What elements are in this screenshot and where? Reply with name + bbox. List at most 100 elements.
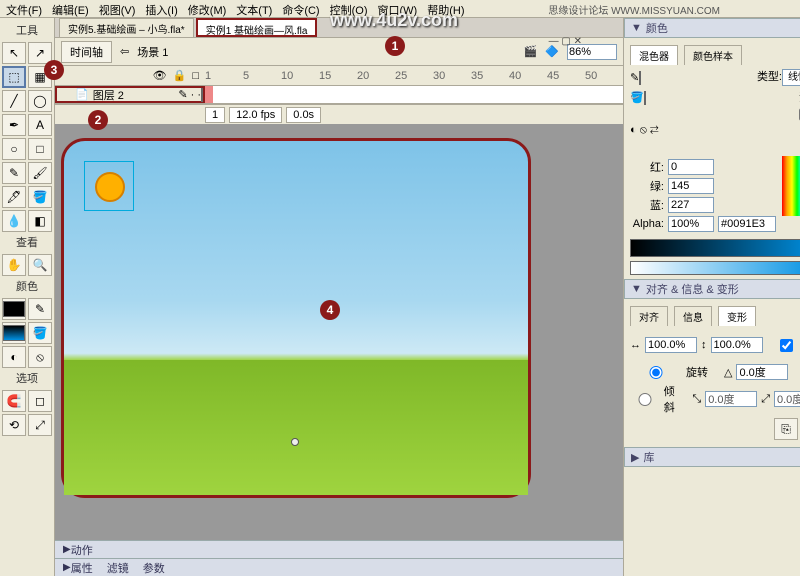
menu-view[interactable]: 视图(V) (99, 2, 136, 15)
constrain-check[interactable] (767, 339, 800, 352)
align-panel-header[interactable]: ▼对齐 & 信息 & 变形 (624, 279, 800, 299)
color-panel-header[interactable]: ▼颜色 (624, 18, 800, 38)
edit-scene-icon[interactable]: 🎬 (524, 45, 538, 58)
text-tool[interactable]: A (28, 114, 52, 136)
green-input[interactable] (668, 178, 714, 194)
stage[interactable] (61, 138, 531, 498)
snap-icon[interactable]: 🧲 (2, 390, 26, 412)
tab-mixer[interactable]: 混色器 (630, 45, 678, 65)
props-panel-header[interactable]: ▶ 属性滤镜参数 (55, 558, 623, 576)
oval-tool[interactable]: ○ (2, 138, 26, 160)
menu-edit[interactable]: 编辑(E) (52, 2, 89, 15)
skew-v-input[interactable] (774, 391, 800, 407)
noColor-icon[interactable]: ⦸ (28, 346, 52, 368)
line-tool[interactable]: ╱ (2, 90, 26, 112)
selection-tool[interactable]: ↖ (2, 42, 26, 64)
blue-input[interactable] (668, 197, 714, 213)
ink-tool[interactable]: 🖋 (2, 186, 26, 208)
zoom-tool[interactable]: 🔍 (28, 254, 52, 276)
cur-frame: 1 (205, 107, 225, 123)
toolbox: 工具 ↖ ↗ ⬚ ▦ ╱ ◯ ✒ A ○ □ ✎ 🖌 🖋 🪣 💧 ◧ 查看 ✋ … (0, 18, 55, 576)
scene-label[interactable]: 场景 1 (137, 44, 168, 60)
opt4-icon[interactable]: ⤢ (28, 414, 52, 436)
sun-graphic[interactable] (84, 161, 134, 211)
eyedropper-tool[interactable]: 💧 (2, 210, 26, 232)
menu-insert[interactable]: 插入(I) (145, 2, 177, 15)
color-picker[interactable] (782, 156, 800, 216)
stroke-color-ext[interactable]: ✎ (28, 298, 52, 320)
stroke-color[interactable] (2, 298, 26, 320)
gradient-preview[interactable] (630, 239, 800, 257)
bwswap-icon[interactable]: ◐ ⦸ ⇄ (630, 124, 659, 137)
tab-align[interactable]: 对齐 (630, 306, 668, 326)
rotate-radio[interactable] (630, 366, 682, 379)
frame-track[interactable] (205, 86, 623, 103)
callout-3: 3 (44, 60, 64, 80)
height-input[interactable] (711, 337, 763, 353)
free-transform-tool[interactable]: ⬚ (2, 66, 26, 88)
eraser-tool[interactable]: ◧ (28, 210, 52, 232)
doc-tab-1[interactable]: 实例5.基础绘画 – 小鸟.fla* (59, 18, 194, 37)
window-controls[interactable]: — ▢ ✕ (549, 36, 582, 47)
skew-radio[interactable] (630, 393, 660, 406)
eye-icon[interactable]: 👁 (153, 69, 167, 82)
bw-icon[interactable]: ◐ (2, 346, 26, 368)
library-panel-header[interactable]: ▶库 (624, 447, 800, 467)
skew-h-input[interactable] (705, 391, 757, 407)
callout-4: 4 (320, 300, 340, 320)
fill-color[interactable] (2, 322, 26, 344)
lock-icon[interactable]: 🔒 (173, 69, 187, 82)
red-input[interactable] (668, 159, 714, 175)
brush-tool[interactable]: 🖌 (28, 162, 52, 184)
alpha-input[interactable] (668, 216, 714, 232)
rotate-input[interactable] (736, 364, 788, 380)
callout-1: 1 (385, 36, 405, 56)
hand-tool[interactable]: ✋ (2, 254, 26, 276)
timeline-ruler: 👁 🔒 □ 15101520253035404550 (55, 66, 623, 86)
elapsed: 0.0s (286, 107, 321, 123)
watermark: www.4u2v.com (330, 10, 458, 31)
actions-panel-header[interactable]: ▶ 动作 (55, 540, 623, 558)
transform-panel: 对齐 信息 变形 ↔ ↕ 约束 旋转 △ 倾斜 ⤡ ⤢ ⎘↺ (624, 299, 800, 447)
gradient-ramp[interactable] (630, 261, 800, 275)
color-panel: 混色器 颜色样本 ✎ 类型:线性 🪣 溢出: ◐ ⦸ ⇄ 线性 RGB 红: 绿… (624, 38, 800, 279)
copy-transform-icon[interactable]: ⎘ (774, 418, 798, 440)
pen-tool[interactable]: ✒ (2, 114, 26, 136)
rect-tool[interactable]: □ (28, 138, 52, 160)
options-title: 选项 (2, 370, 52, 386)
lasso-tool[interactable]: ◯ (28, 90, 52, 112)
bucket-tool[interactable]: 🪣 (28, 186, 52, 208)
width-input[interactable] (645, 337, 697, 353)
stroke-chip[interactable]: ✎ (630, 71, 641, 84)
tab-swatches[interactable]: 颜色样本 (684, 45, 742, 65)
fill-color-ext[interactable]: 🪣 (28, 322, 52, 344)
layer-name[interactable]: 📄 图层 2 ✎ · · (55, 86, 205, 103)
fps: 12.0 fps (229, 107, 282, 123)
back-icon[interactable]: ⇦ (120, 45, 129, 58)
outline-icon[interactable]: □ (192, 70, 199, 82)
grass-graphic (64, 360, 528, 495)
layer-icons-header: 👁 🔒 □ (55, 66, 205, 85)
opt2-icon[interactable]: ◻ (28, 390, 52, 412)
hex-input[interactable] (718, 216, 776, 232)
menu-modify[interactable]: 修改(M) (188, 2, 227, 15)
fill-chip[interactable]: 🪣 (630, 91, 646, 104)
menu-text[interactable]: 文本(T) (236, 2, 272, 15)
timeline-status: 1 12.0 fps 0.0s (55, 104, 623, 124)
callout-2: 2 (88, 110, 108, 130)
color-title: 颜色 (2, 278, 52, 294)
opt3-icon[interactable]: ⟲ (2, 414, 26, 436)
forum-title: 思缘设计论坛 WWW.MISSYUAN.COM (548, 2, 720, 17)
menu-command[interactable]: 命令(C) (282, 2, 319, 15)
timeline-button[interactable]: 时间轴 (61, 41, 112, 63)
layer-row[interactable]: 📄 图层 2 ✎ · · (55, 86, 623, 104)
frame-numbers[interactable]: 15101520253035404550 (205, 66, 623, 85)
doc-tab-2[interactable]: 实例1 基础绘画—风.fla (196, 18, 318, 37)
fill-type-select[interactable]: 线性 (782, 69, 800, 86)
tab-info[interactable]: 信息 (674, 306, 712, 326)
bottom-panels: ▶ 动作 ▶ 属性滤镜参数 (55, 540, 623, 576)
tab-transform[interactable]: 变形 (718, 306, 756, 326)
right-panels: ▼颜色 混色器 颜色样本 ✎ 类型:线性 🪣 溢出: ◐ ⦸ ⇄ 线性 RGB … (624, 18, 800, 576)
menu-file[interactable]: 文件(F) (6, 2, 42, 15)
pencil-tool[interactable]: ✎ (2, 162, 26, 184)
